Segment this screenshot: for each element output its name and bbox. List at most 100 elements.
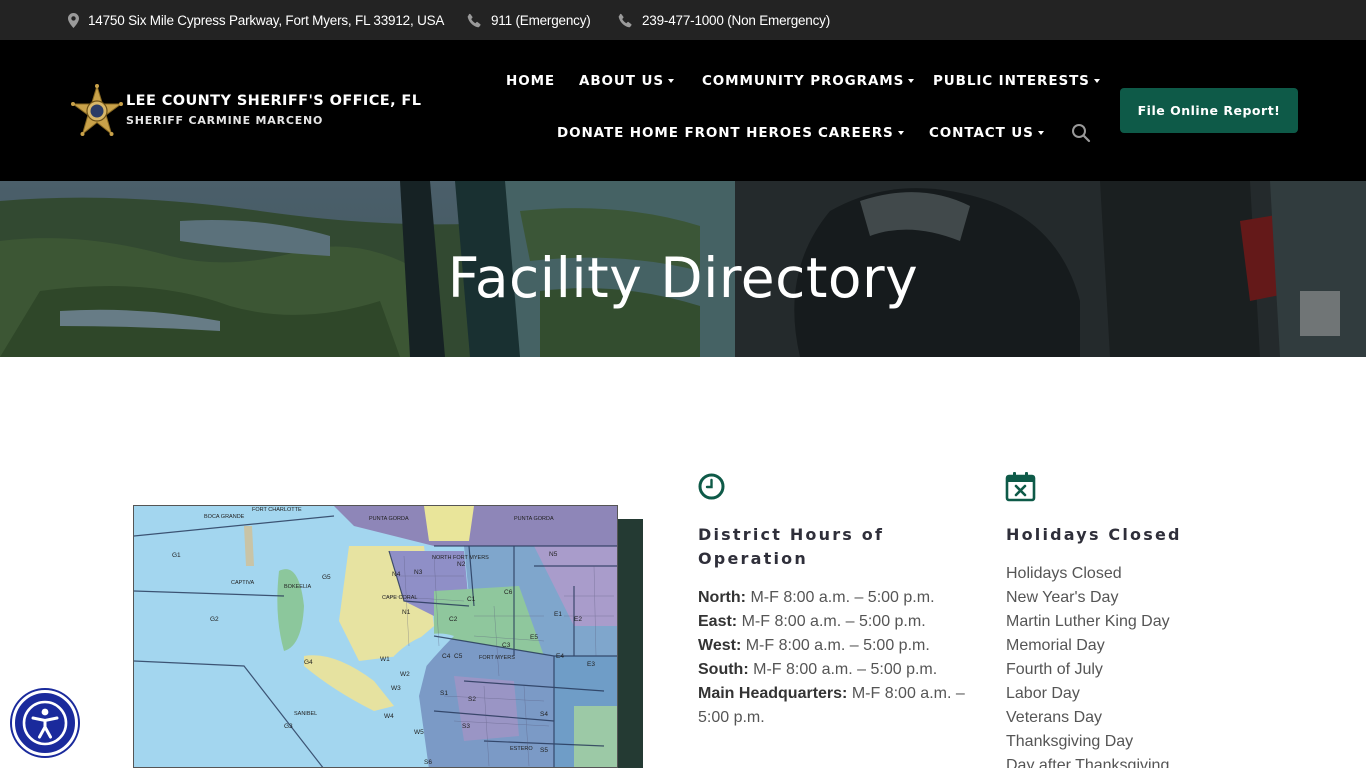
clock-icon: [698, 473, 725, 500]
caret-down-icon: [1093, 79, 1100, 83]
address-text: 14750 Six Mile Cypress Parkway, Fort Mye…: [88, 12, 445, 28]
map-label: CAPE CORAL: [382, 595, 417, 601]
map-label: G5: [322, 574, 331, 581]
map-label: G3: [284, 723, 293, 730]
file-online-report-button[interactable]: File Online Report!: [1120, 88, 1298, 133]
hours-value: M-F 8:00 a.m. – 5:00 p.m.: [753, 661, 938, 678]
district-map-graphic: FORT CHARLOTTE BOCA GRANDE PUNTA GORDA P…: [134, 506, 617, 767]
map-label: G2: [210, 616, 219, 623]
emergency-text: 911 (Emergency): [491, 12, 591, 28]
map-label: S4: [540, 711, 548, 718]
map-label: BOCA GRANDE: [204, 514, 245, 520]
hours-row: South: M-F 8:00 a.m. – 5:00 p.m.: [698, 658, 978, 682]
list-item: New Year's Day: [1006, 589, 1119, 606]
hours-row: North: M-F 8:00 a.m. – 5:00 p.m.: [698, 586, 978, 610]
map-label: PUNTA GORDA: [369, 516, 409, 522]
list-item: Holidays Closed: [1006, 565, 1122, 582]
hours-row: Main Headquarters: M-F 8:00 a.m. – 5:00 …: [698, 682, 978, 730]
map-label: W3: [391, 685, 401, 692]
district-map-image[interactable]: FORT CHARLOTTE BOCA GRANDE PUNTA GORDA P…: [133, 505, 618, 768]
page-title: Facility Directory: [447, 246, 919, 310]
site-title[interactable]: LEE COUNTY SHERIFF'S OFFICE, FL: [126, 93, 421, 109]
map-label: C2: [449, 616, 458, 623]
holidays-heading: Holidays Closed: [1006, 525, 1182, 544]
site-subtitle: SHERIFF CARMINE MARCENO: [126, 114, 324, 127]
nav-careers[interactable]: CAREERS: [818, 125, 904, 141]
map-label: CAPTIVA: [231, 580, 254, 586]
holidays-list: Holidays Closed New Year's Day Martin Lu…: [1006, 562, 1306, 768]
hours-row: East: M-F 8:00 a.m. – 5:00 p.m.: [698, 610, 978, 634]
non-emergency-phone[interactable]: 239-477-1000 (Non Emergency): [618, 0, 830, 40]
caret-down-icon: [667, 79, 674, 83]
list-item: Veterans Day: [1006, 709, 1103, 726]
accessibility-button[interactable]: [12, 690, 78, 756]
nav-public-interests[interactable]: PUBLIC INTERESTS: [933, 73, 1100, 89]
accessibility-icon: [22, 700, 68, 746]
map-label: E2: [574, 616, 582, 623]
hours-label: East:: [698, 613, 738, 630]
map-label: N3: [414, 569, 423, 576]
map-label: C3: [502, 642, 511, 649]
hours-label: Main Headquarters:: [698, 685, 848, 702]
map-label: E5: [530, 634, 538, 641]
nav-about-label: ABOUT US: [579, 73, 664, 89]
emergency-phone[interactable]: 911 (Emergency): [467, 0, 591, 40]
sheriff-star-icon[interactable]: [68, 84, 126, 140]
map-shadow: [618, 519, 643, 768]
hours-list: North: M-F 8:00 a.m. – 5:00 p.m. East: M…: [698, 586, 978, 730]
map-label: C1: [467, 596, 476, 603]
list-item: Day after Thanksgiving: [1006, 757, 1170, 768]
non-emergency-text: 239-477-1000 (Non Emergency): [642, 12, 831, 28]
hero-banner: Facility Directory: [0, 181, 1366, 357]
nav-home-label: HOME: [506, 73, 556, 89]
nav-about[interactable]: ABOUT US: [579, 73, 674, 89]
nav-donate-label: DONATE HOME FRONT HEROES: [557, 125, 813, 141]
map-label: E1: [554, 611, 562, 618]
nav-community-programs[interactable]: COMMUNITY PROGRAMS: [702, 73, 915, 89]
map-label: FORT MYERS: [479, 655, 515, 661]
map-label: S6: [424, 759, 432, 766]
top-bar: 14750 Six Mile Cypress Parkway, Fort Mye…: [0, 0, 1366, 40]
map-label: S1: [440, 690, 448, 697]
phone-icon: [618, 13, 632, 27]
map-label: PUNTA GORDA: [514, 516, 554, 522]
map-label: W4: [384, 713, 394, 720]
map-label: W2: [400, 671, 410, 678]
map-label: N5: [549, 551, 558, 558]
calendar-x-icon: [1005, 472, 1036, 502]
list-item: Martin Luther King Day: [1006, 613, 1170, 630]
hours-row: West: M-F 8:00 a.m. – 5:00 p.m.: [698, 634, 978, 658]
address-item[interactable]: 14750 Six Mile Cypress Parkway, Fort Mye…: [68, 0, 444, 40]
search-icon[interactable]: [1071, 123, 1091, 143]
nav-contact-label: CONTACT US: [929, 125, 1034, 141]
caret-down-icon: [897, 131, 904, 135]
map-label: C5: [454, 653, 463, 660]
hours-value: M-F 8:00 a.m. – 5:00 p.m.: [750, 589, 935, 606]
map-label: SANIBEL: [294, 711, 317, 717]
hours-heading: District Hours of Operation: [698, 525, 885, 568]
nav-contact[interactable]: CONTACT US: [929, 125, 1044, 141]
map-label: N2: [457, 561, 466, 568]
list-item: Memorial Day: [1006, 637, 1105, 654]
map-label: FORT CHARLOTTE: [252, 507, 302, 513]
list-item: Fourth of July: [1006, 661, 1103, 678]
nav-careers-label: CAREERS: [818, 125, 894, 141]
hours-label: North:: [698, 589, 746, 606]
caret-down-icon: [908, 79, 915, 83]
hours-label: West:: [698, 637, 742, 654]
map-label: S2: [468, 696, 476, 703]
hours-value: M-F 8:00 a.m. – 5:00 p.m.: [741, 613, 926, 630]
map-label: ESTERO: [510, 746, 533, 752]
hours-label: South:: [698, 661, 749, 678]
nav-public-label: PUBLIC INTERESTS: [933, 73, 1090, 89]
map-label: G4: [304, 659, 313, 666]
nav-home[interactable]: HOME: [506, 73, 555, 89]
map-label: S5: [540, 747, 548, 754]
hours-value: M-F 8:00 a.m. – 5:00 p.m.: [745, 637, 930, 654]
nav-donate[interactable]: DONATE HOME FRONT HEROES: [557, 125, 813, 141]
map-label: N4: [392, 571, 401, 578]
list-item: Labor Day: [1006, 685, 1080, 702]
nav-community-label: COMMUNITY PROGRAMS: [702, 73, 905, 89]
caret-down-icon: [1037, 131, 1044, 135]
map-marker-icon: [68, 12, 79, 28]
